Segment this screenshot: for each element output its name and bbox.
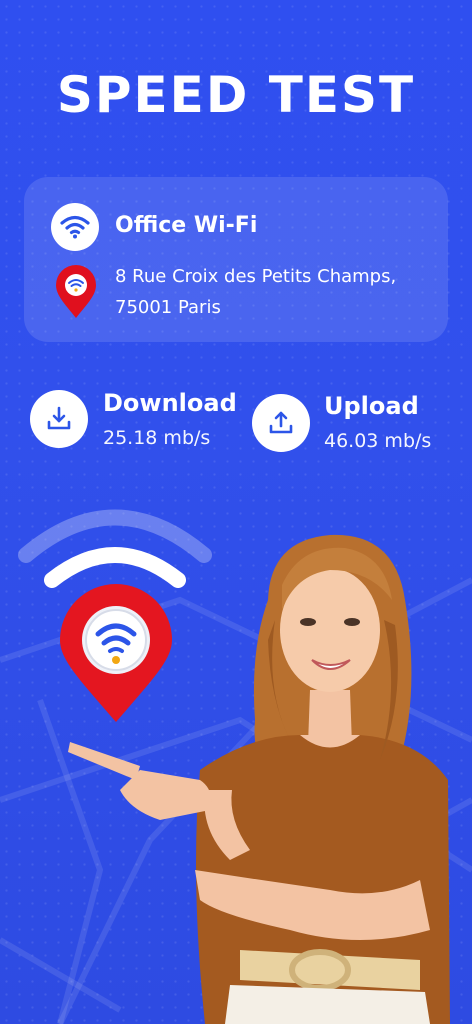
upload-label: Upload bbox=[324, 392, 419, 420]
wifi-icon bbox=[51, 203, 99, 251]
big-location-pin-icon bbox=[60, 584, 172, 722]
download-icon[interactable] bbox=[30, 390, 88, 448]
network-info-card[interactable]: Office Wi-Fi 8 Rue Croix des Petits Cham… bbox=[24, 177, 448, 342]
location-pin-icon bbox=[56, 265, 96, 318]
network-name: Office Wi-Fi bbox=[115, 213, 258, 238]
upload-value: 46.03 mb/s bbox=[324, 430, 432, 452]
upload-icon[interactable] bbox=[252, 394, 310, 452]
download-value: 25.18 mb/s bbox=[103, 427, 211, 449]
hero-illustration bbox=[18, 509, 450, 1024]
address-line-1: 8 Rue Croix des Petits Champs, bbox=[115, 266, 397, 287]
network-address: 8 Rue Croix des Petits Champs, 75001 Par… bbox=[115, 261, 435, 323]
address-line-2: 75001 Paris bbox=[115, 297, 221, 318]
page-title: SPEED TEST bbox=[56, 66, 416, 124]
signal-arcs-icon bbox=[18, 509, 212, 588]
download-label: Download bbox=[103, 389, 237, 417]
